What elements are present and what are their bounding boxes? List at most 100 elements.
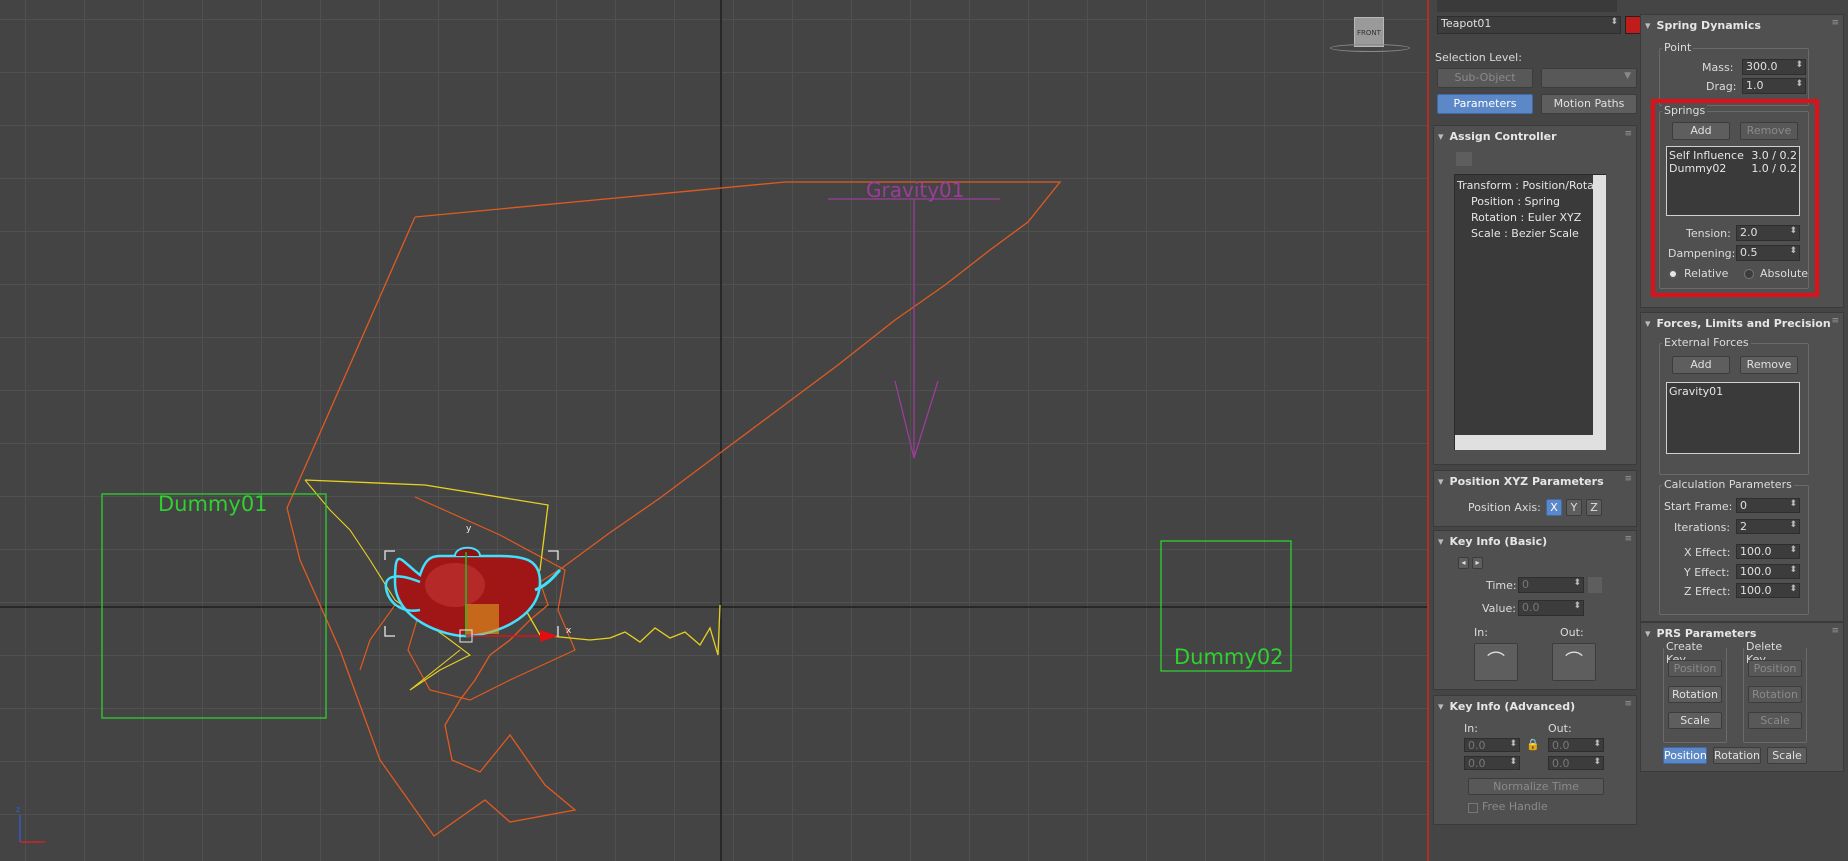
start-frame-field[interactable]: 0 xyxy=(1736,498,1800,513)
adv-in-field-2[interactable]: 0.0 xyxy=(1464,756,1520,770)
z-effect-field[interactable]: 100.0 xyxy=(1736,583,1800,598)
key-info-basic-rollout: Key Info (Basic) ≡ ◂ ▸ Time: 0 Value: 0.… xyxy=(1433,530,1637,690)
position-xyz-title[interactable]: Position XYZ Parameters xyxy=(1438,475,1604,488)
tripod-z-label: z xyxy=(16,805,21,814)
axis-z-button[interactable]: Z xyxy=(1586,499,1602,516)
springs-add-button[interactable]: Add xyxy=(1672,122,1730,140)
point-group-label: Point xyxy=(1662,41,1694,54)
create-position-button[interactable]: Position xyxy=(1668,660,1722,677)
subobject-button[interactable]: Sub-Object xyxy=(1437,68,1533,88)
y-effect-label: Y Effect: xyxy=(1684,566,1730,579)
pin-icon[interactable]: ≡ xyxy=(1831,626,1839,636)
prev-key-button[interactable]: ◂ xyxy=(1458,557,1469,569)
adv-out-field-1[interactable]: 0.0 xyxy=(1548,738,1604,752)
tree-item-scale[interactable]: Scale : Bezier Scale xyxy=(1471,227,1579,240)
normalize-time-button[interactable]: Normalize Time xyxy=(1468,778,1604,795)
tree-horizontal-scrollbar[interactable] xyxy=(1455,435,1606,450)
free-handle-checkbox[interactable] xyxy=(1468,803,1478,813)
out-tangent-button[interactable]: ⌒ xyxy=(1552,643,1596,681)
delete-position-button[interactable]: Position xyxy=(1748,660,1802,677)
assign-controller-title[interactable]: Assign Controller xyxy=(1438,130,1557,143)
iterations-label: Iterations: xyxy=(1674,521,1731,534)
pin-icon[interactable]: ≡ xyxy=(1831,18,1839,28)
force-item[interactable]: Gravity01 xyxy=(1669,385,1723,398)
teapot-object[interactable] xyxy=(384,546,562,638)
tree-vertical-scrollbar[interactable] xyxy=(1593,175,1606,435)
tree-item-position[interactable]: Position : Spring xyxy=(1471,195,1560,208)
create-key-group: Create Key Position Rotation Scale xyxy=(1663,640,1727,743)
dummy02-label: Dummy02 xyxy=(1174,645,1284,669)
viewcube-ring[interactable] xyxy=(1330,44,1410,52)
prs-parameters-title[interactable]: PRS Parameters xyxy=(1645,627,1757,640)
iterations-field[interactable]: 2 xyxy=(1736,519,1800,534)
spring-item-name[interactable]: Dummy02 xyxy=(1669,162,1726,175)
forces-limits-rollout: Forces, Limits and Precision ≡ External … xyxy=(1640,312,1844,622)
delete-rotation-button[interactable]: Rotation xyxy=(1748,686,1802,703)
object-name-field[interactable]: Teapot01 xyxy=(1437,16,1621,34)
springs-list[interactable]: Self Influence 3.0 / 0.2 Dummy02 1.0 / 0… xyxy=(1666,146,1800,216)
pin-icon[interactable]: ≡ xyxy=(1624,474,1632,484)
external-forces-list[interactable]: Gravity01 xyxy=(1666,382,1800,454)
create-scale-button[interactable]: Scale xyxy=(1668,712,1722,729)
delete-scale-button[interactable]: Scale xyxy=(1748,712,1802,729)
prs-rotation-tab[interactable]: Rotation xyxy=(1713,747,1761,764)
parameters-button[interactable]: Parameters xyxy=(1437,94,1533,114)
assign-controller-icon[interactable] xyxy=(1456,152,1472,166)
free-handle-label: Free Handle xyxy=(1482,800,1548,813)
axis-y-button[interactable]: Y xyxy=(1566,499,1582,516)
axis-x-button[interactable]: X xyxy=(1546,499,1562,516)
spring-dynamics-title[interactable]: Spring Dynamics xyxy=(1645,19,1761,32)
forces-limits-title[interactable]: Forces, Limits and Precision xyxy=(1645,317,1831,330)
drag-field[interactable]: 1.0 xyxy=(1742,78,1806,94)
front-viewport[interactable]: Dummy01 Dummy02 Gravity01 y x z FRONT xyxy=(0,0,1427,861)
key-info-advanced-title[interactable]: Key Info (Advanced) xyxy=(1438,700,1576,713)
prs-scale-tab[interactable]: Scale xyxy=(1767,747,1807,764)
time-label: Time: xyxy=(1486,579,1517,592)
time-lock-toggle[interactable] xyxy=(1588,577,1602,593)
viewport-scene xyxy=(0,0,1427,861)
adv-in-field-1[interactable]: 0.0 xyxy=(1464,738,1520,752)
relative-radio[interactable] xyxy=(1668,269,1678,279)
out-label: Out: xyxy=(1560,626,1584,639)
spring-item-name[interactable]: Self Influence xyxy=(1669,149,1744,162)
tension-field[interactable]: 2.0 xyxy=(1736,225,1800,241)
spring-trajectory-path xyxy=(286,181,1062,837)
key-info-basic-title[interactable]: Key Info (Basic) xyxy=(1438,535,1548,548)
command-panel-tabs[interactable] xyxy=(1437,0,1617,12)
controller-tree[interactable]: Transform : Position/Rotat Position : Sp… xyxy=(1454,174,1606,450)
springs-remove-button[interactable]: Remove xyxy=(1740,122,1798,140)
absolute-radio[interactable] xyxy=(1744,269,1754,279)
pin-icon[interactable]: ≡ xyxy=(1624,129,1632,139)
mass-field[interactable]: 300.0 xyxy=(1742,59,1806,75)
external-forces-label: External Forces xyxy=(1662,336,1751,349)
point-group: Point Mass: 300.0 Drag: 1.0 xyxy=(1659,41,1809,106)
subobject-dropdown[interactable]: ▼ xyxy=(1541,68,1637,88)
time-field[interactable]: 0 xyxy=(1518,577,1584,593)
spring-item-value: 3.0 / 0.2 xyxy=(1751,149,1797,162)
relative-label: Relative xyxy=(1684,267,1729,280)
forces-add-button[interactable]: Add xyxy=(1672,356,1730,374)
gizmo-y-label: y xyxy=(466,524,472,534)
tree-item-rotation[interactable]: Rotation : Euler XYZ xyxy=(1471,211,1581,224)
motion-paths-button[interactable]: Motion Paths xyxy=(1541,94,1637,114)
pin-icon[interactable]: ≡ xyxy=(1624,699,1632,709)
in-tangent-button[interactable]: ⌒ xyxy=(1474,643,1518,681)
selection-level-label: Selection Level: xyxy=(1435,51,1522,64)
viewcube[interactable]: FRONT xyxy=(1354,17,1384,47)
adv-out-field-2[interactable]: 0.0 xyxy=(1548,756,1604,770)
tree-item-transform[interactable]: Transform : Position/Rotat xyxy=(1457,179,1598,192)
dampening-field[interactable]: 0.5 xyxy=(1736,245,1800,261)
next-key-button[interactable]: ▸ xyxy=(1472,557,1483,569)
position-axis-label: Position Axis: xyxy=(1468,501,1541,514)
gravity-arrowhead-right xyxy=(913,380,939,459)
pin-icon[interactable]: ≡ xyxy=(1624,534,1632,544)
create-rotation-button[interactable]: Rotation xyxy=(1668,686,1722,703)
x-effect-field[interactable]: 100.0 xyxy=(1736,544,1800,559)
value-field[interactable]: 0.0 xyxy=(1518,600,1584,616)
pin-icon[interactable]: ≡ xyxy=(1831,316,1839,326)
lock-icon[interactable]: 🔒 xyxy=(1526,738,1540,752)
forces-remove-button[interactable]: Remove xyxy=(1740,356,1798,374)
prs-position-tab[interactable]: Position xyxy=(1663,747,1707,764)
value-label: Value: xyxy=(1482,602,1516,615)
y-effect-field[interactable]: 100.0 xyxy=(1736,564,1800,579)
